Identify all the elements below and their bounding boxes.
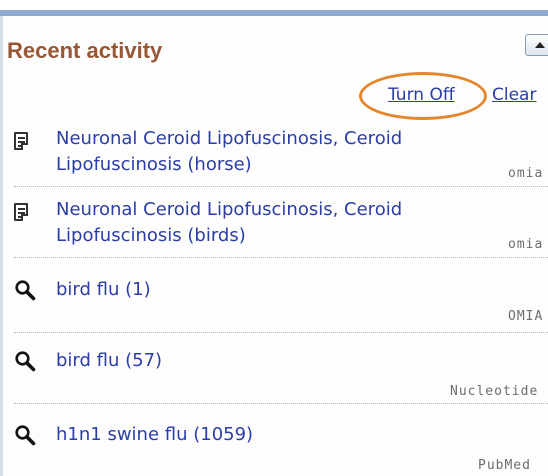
item-database: Nucleotide	[450, 384, 539, 399]
document-icon	[14, 203, 28, 221]
turn-off-link[interactable]: Turn Off	[388, 85, 455, 105]
collapse-up-triangle-icon	[535, 42, 545, 48]
item-database: omia	[508, 166, 544, 181]
item-title-line: Neuronal Ceroid Lipofuscinosis, Ceroid	[56, 128, 403, 149]
item-title[interactable]: bird flu (1)	[56, 277, 151, 303]
list-item[interactable]: Neuronal Ceroid Lipofuscinosis, Ceroid L…	[0, 126, 548, 187]
item-title[interactable]: Neuronal Ceroid Lipofuscinosis, Ceroid L…	[56, 197, 402, 249]
list-item[interactable]: h1n1 swine flu (1059) PubMed	[0, 422, 548, 476]
item-database: omia	[508, 237, 544, 252]
search-icon	[14, 350, 36, 376]
collapse-button[interactable]	[525, 34, 548, 56]
list-item[interactable]: bird flu (1) OMIA	[0, 277, 548, 333]
document-icon	[14, 132, 28, 150]
item-title-line: Lipofuscinosis (horse)	[56, 154, 252, 175]
item-title-line: Lipofuscinosis (birds)	[56, 225, 246, 246]
item-database: OMIA	[508, 309, 544, 324]
panel-title: Recent activity	[7, 38, 163, 63]
item-separator	[14, 186, 548, 187]
item-database: PubMed	[478, 458, 531, 473]
list-item[interactable]: Neuronal Ceroid Lipofuscinosis, Ceroid L…	[0, 197, 548, 258]
item-title[interactable]: bird flu (57)	[56, 348, 162, 374]
item-separator	[14, 257, 548, 258]
list-item[interactable]: bird flu (57) Nucleotide	[0, 348, 548, 404]
item-separator	[14, 332, 548, 333]
item-separator	[14, 403, 548, 404]
item-title-line: Neuronal Ceroid Lipofuscinosis, Ceroid	[56, 199, 403, 220]
item-title[interactable]: Neuronal Ceroid Lipofuscinosis, Ceroid L…	[56, 126, 402, 178]
item-title[interactable]: h1n1 swine flu (1059)	[56, 422, 253, 448]
clear-link[interactable]: Clear	[492, 85, 536, 105]
search-icon	[14, 424, 36, 450]
search-icon	[14, 279, 36, 305]
